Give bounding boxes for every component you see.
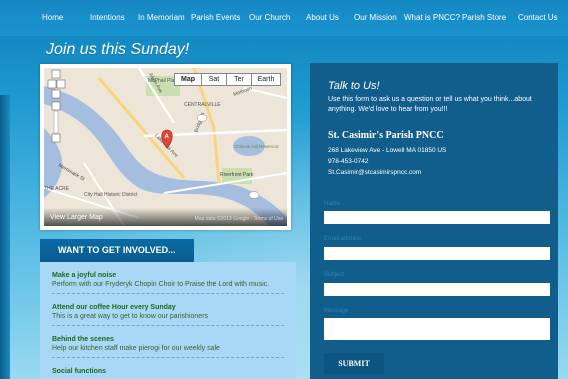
divider xyxy=(52,293,284,294)
parish-phone: 978-453-0742 xyxy=(328,158,369,165)
view-larger-map-bar: View Larger Map Map data ©2013 Google · … xyxy=(44,208,287,226)
nav-item-in-memoriam[interactable]: In Memoriam xyxy=(138,13,185,22)
subject-label: Subject xyxy=(324,272,345,278)
nav-item-our-church[interactable]: Our Church xyxy=(249,13,290,22)
top-nav: Home Intentions In Memoriam Parish Event… xyxy=(0,0,568,36)
involved-item-desc: This is a great way to get to know our p… xyxy=(52,313,209,320)
nav-item-parish-store[interactable]: Parish Store xyxy=(462,13,506,22)
map-canvas[interactable]: McPhail Playground CENTRALVILLE Aiken Av… xyxy=(44,68,287,226)
submit-button[interactable]: SUBMIT xyxy=(324,353,384,374)
map-label: Riverfront Park xyxy=(220,172,254,178)
involved-heading: WANT TO GET INVOLVED... xyxy=(40,239,194,262)
map-type-satellite[interactable]: Sat xyxy=(201,73,227,86)
contact-heading: Talk to Us! xyxy=(328,80,380,92)
email-label: Email address xyxy=(324,236,363,242)
map-label: CENTRALVILLE xyxy=(184,102,221,108)
involved-item-desc: Perform with our Fryderyk Chopin Choir t… xyxy=(52,281,270,288)
view-larger-map-link[interactable]: View Larger Map xyxy=(50,214,103,221)
google-map[interactable]: McPhail Playground CENTRALVILLE Aiken Av… xyxy=(40,64,291,230)
divider xyxy=(52,357,284,358)
list-item: Attend our coffee Hour every Sunday This… xyxy=(52,304,284,326)
list-item: Behind the scenes Help our kitchen staff… xyxy=(52,336,284,358)
parish-name: St. Casimir's Parish PNCC xyxy=(328,130,444,141)
list-item: Make a joyful noise Perform with our Fry… xyxy=(52,272,284,294)
map-label: THE ACRE xyxy=(44,186,70,192)
route-shield-icon xyxy=(248,191,260,199)
map-label: City Hall Historic District xyxy=(84,192,138,198)
contact-description: Use this form to ask us a question or te… xyxy=(328,96,532,113)
nav-item-parish-events[interactable]: Parish Events xyxy=(191,13,240,22)
map-type-map[interactable]: Map xyxy=(174,73,202,86)
nav-item-contact-us[interactable]: Contact Us xyxy=(518,13,558,22)
subject-field[interactable] xyxy=(324,283,550,296)
involved-item-title[interactable]: Behind the scenes xyxy=(52,336,284,343)
involved-item-title[interactable]: Social functions xyxy=(52,368,284,375)
svg-text:A: A xyxy=(165,134,170,140)
route-shield-icon xyxy=(196,114,208,122)
map-type-earth[interactable]: Earth xyxy=(251,73,281,86)
parish-email[interactable]: St.Casimir@stcasimirspncc.com xyxy=(328,169,421,176)
nav-item-intentions[interactable]: Intentions xyxy=(90,13,125,22)
nav-item-our-mission[interactable]: Our Mission xyxy=(354,13,397,22)
involved-item-desc: Help our kitchen staff make pierogi for … xyxy=(52,345,220,352)
list-item: Social functions xyxy=(52,368,284,375)
parish-address: 268 Lakeview Ave - Lowell MA 01850 US xyxy=(328,147,447,154)
involved-list: Make a joyful noise Perform with our Fry… xyxy=(40,262,296,379)
map-label: Chiknok Hill Reservoir xyxy=(234,144,279,149)
nav-item-home[interactable]: Home xyxy=(42,13,63,22)
name-field[interactable] xyxy=(324,211,550,224)
map-copyright: Map data ©2013 Google · Terms of Use xyxy=(194,216,283,222)
message-label: Message xyxy=(324,308,349,314)
contact-panel: Talk to Us! Use this form to ask us a qu… xyxy=(310,63,558,379)
page-title: Join us this Sunday! xyxy=(46,41,190,58)
email-field[interactable] xyxy=(324,247,550,260)
involved-item-title[interactable]: Attend our coffee Hour every Sunday xyxy=(52,304,284,311)
nav-item-about-us[interactable]: About Us xyxy=(306,13,339,22)
divider xyxy=(52,325,284,326)
involved-item-title[interactable]: Make a joyful noise xyxy=(52,272,284,279)
nav-item-what-is-pncc[interactable]: What is PNCC? xyxy=(404,13,460,22)
message-field[interactable] xyxy=(324,318,550,340)
left-edge-strip xyxy=(0,95,10,379)
name-label: Name xyxy=(324,201,341,207)
map-type-terrain[interactable]: Ter xyxy=(226,73,252,86)
